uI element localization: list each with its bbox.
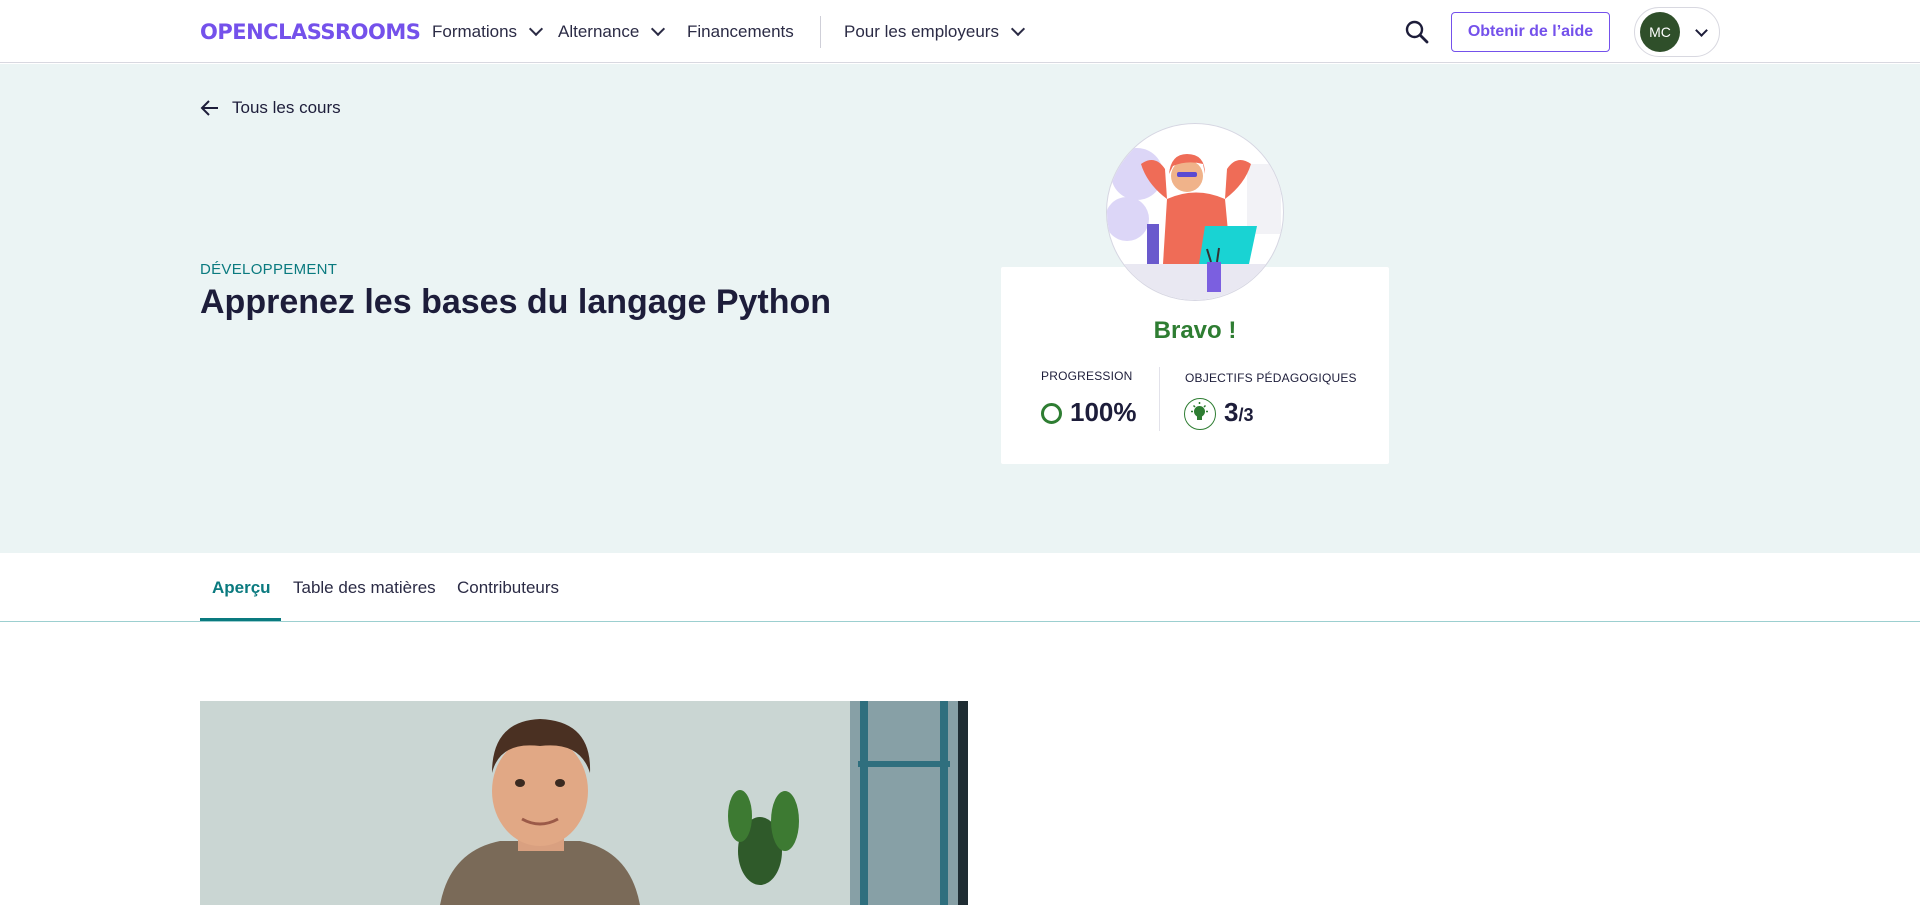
stat-divider (1159, 367, 1160, 431)
back-to-courses-link[interactable]: Tous les cours (200, 98, 341, 118)
nav-alternance-label: Alternance (558, 21, 640, 41)
objectives-value: 3/3 (1224, 397, 1253, 428)
progress-value: 100% (1070, 397, 1137, 427)
progress-ring-icon (1041, 403, 1062, 424)
nav-formations-label: Formations (432, 21, 518, 41)
arrow-left-icon (200, 100, 218, 116)
nav-formations[interactable]: Formations (432, 0, 544, 63)
tab-contributeurs[interactable]: Contributeurs (457, 553, 559, 622)
objectives-done: 3 (1224, 397, 1239, 427)
tab-apercu[interactable]: Aperçu (212, 553, 271, 622)
nav-financements[interactable]: Financements (687, 0, 794, 63)
nav-employeurs-label: Pour les employeurs (844, 21, 999, 41)
course-tabs: Aperçu Table des matières Contributeurs (0, 553, 1920, 622)
chevron-down-icon (1695, 23, 1708, 37)
back-link-label: Tous les cours (232, 98, 341, 117)
nav-financements-label: Financements (687, 21, 794, 41)
top-navigation-bar: OPENCLASSROOMS Formations Alternance Fin… (0, 0, 1920, 63)
openclassrooms-logo[interactable]: OPENCLASSROOMS (200, 19, 421, 45)
lightbulb-icon (1184, 398, 1216, 430)
objectives-label: OBJECTIFS PÉDAGOGIQUES (1185, 371, 1357, 385)
course-intro-video[interactable] (200, 701, 968, 905)
progress-label: PROGRESSION (1041, 369, 1133, 383)
search-icon[interactable] (1404, 19, 1430, 45)
chevron-down-icon (1010, 21, 1026, 37)
logo-text: OPENCLASSROOMS (200, 20, 421, 44)
objectives-total: /3 (1238, 405, 1254, 425)
course-category: DÉVELOPPEMENT (200, 261, 338, 278)
user-menu[interactable]: MC (1634, 7, 1720, 57)
get-help-button[interactable]: Obtenir de l’aide (1451, 12, 1610, 52)
relaxing-person-illustration (1106, 123, 1284, 301)
active-tab-indicator (200, 618, 281, 621)
nav-divider (820, 16, 821, 48)
avatar: MC (1640, 12, 1680, 52)
nav-employeurs[interactable]: Pour les employeurs (844, 0, 1026, 63)
completion-headline: Bravo ! (1153, 317, 1237, 344)
page-title: Apprenez les bases du langage Python (200, 283, 832, 321)
tab-table-des-matieres[interactable]: Table des matières (293, 553, 436, 622)
nav-alternance[interactable]: Alternance (558, 0, 666, 63)
course-hero: Tous les cours DÉVELOPPEMENT Apprenez le… (0, 64, 1920, 553)
chevron-down-icon (528, 21, 544, 37)
chevron-down-icon (651, 21, 666, 37)
